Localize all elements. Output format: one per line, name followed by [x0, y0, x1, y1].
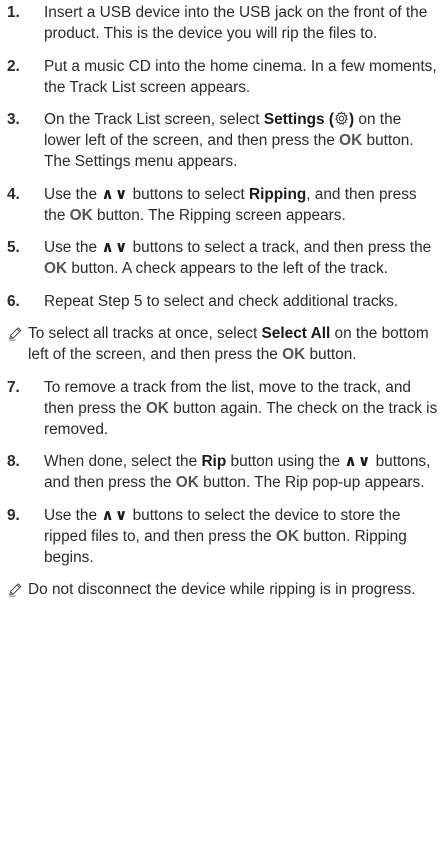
gear-icon [334, 111, 349, 126]
step-number: 6. [7, 292, 20, 310]
text-run: buttons to select [128, 185, 249, 203]
up-down-arrows-icon: ∧∨ [101, 506, 129, 524]
step-item: 5. Use the ∧∨ buttons to select a track, … [7, 237, 438, 279]
text-run: Repeat Step 5 to select and check additi… [44, 292, 399, 310]
step-text: To remove a track from the list, move to… [44, 377, 438, 440]
step-item: 4. Use the ∧∨ buttons to select Ripping, … [7, 184, 438, 226]
step-item: 9. Use the ∧∨ buttons to select the devic… [7, 505, 438, 568]
text-run: Use the [44, 506, 102, 524]
bold-term: Select All [261, 325, 331, 342]
instruction-document: 1. Insert a USB device into the USB jack … [0, 0, 446, 600]
step-text: Use the ∧∨ buttons to select a track, an… [44, 237, 438, 279]
text-run: On the Track List screen, select [44, 111, 264, 128]
ok-button-label: OK [175, 474, 199, 491]
text-run: Insert a USB device into the USB jack on… [44, 4, 428, 42]
text-run: button. The Ripping screen appears. [92, 206, 346, 224]
text-run: button. [305, 346, 357, 363]
step-number: 4. [7, 185, 20, 203]
ok-button-label: OK [44, 260, 68, 277]
step-number: 1. [7, 4, 20, 21]
note-text: To select all tracks at once, select Sel… [28, 323, 438, 365]
text-run: buttons to select a track, and then pres… [128, 239, 432, 256]
up-down-arrows-icon: ∧∨ [344, 453, 372, 470]
text-run: button. The Rip pop-up appears. [198, 474, 425, 491]
text-run: When done, select the [44, 453, 202, 470]
pencil-note-icon [7, 579, 28, 600]
text-run: To select all tracks at once, select [28, 325, 262, 342]
step-number: 3. [7, 111, 20, 128]
ok-button-label: OK [69, 206, 93, 224]
step-text: Use the ∧∨ buttons to select Ripping, an… [44, 184, 438, 226]
ok-button-label: OK [282, 346, 306, 363]
text-run: button using the [226, 453, 345, 470]
bold-term: Ripping [248, 185, 307, 203]
up-down-arrows-icon: ∧∨ [101, 185, 129, 203]
text-run: Use the [44, 185, 102, 203]
step-item: 2. Put a music CD into the home cinema. I… [7, 56, 438, 98]
step-number: 8. [7, 453, 20, 470]
step-number: 9. [7, 506, 20, 524]
step-item: 1. Insert a USB device into the USB jack … [7, 2, 438, 44]
step-item: 6. Repeat Step 5 to select and check addi… [7, 291, 438, 312]
step-number: 2. [7, 57, 20, 75]
step-number: 7. [7, 378, 20, 396]
step-number: 5. [7, 239, 20, 256]
up-down-arrows-icon: ∧∨ [101, 239, 129, 256]
text-run: button. A check appears to the left of t… [67, 260, 388, 277]
note-text: Do not disconnect the device while rippi… [28, 579, 438, 600]
step-text: Use the ∧∨ buttons to select the device … [44, 505, 438, 568]
step-text: Put a music CD into the home cinema. In … [44, 56, 438, 98]
step-item: 7. To remove a track from the list, move … [7, 377, 438, 440]
step-item: 3. On the Track List screen, select Setti… [7, 109, 438, 172]
step-text: Repeat Step 5 to select and check additi… [44, 291, 438, 312]
text-run: Put a music CD into the home cinema. In … [44, 57, 437, 96]
step-item: 8. When done, select the Rip button using… [7, 451, 438, 493]
step-text: On the Track List screen, select Setting… [44, 109, 438, 172]
note-item: Do not disconnect the device while rippi… [7, 579, 438, 600]
ok-button-label: OK [275, 527, 299, 545]
step-text: Insert a USB device into the USB jack on… [44, 2, 438, 44]
note-item: To select all tracks at once, select Sel… [7, 323, 438, 365]
pencil-note-icon [7, 323, 28, 344]
text-run: Do not disconnect the device while rippi… [28, 581, 416, 598]
bold-term: Rip [201, 453, 227, 470]
text-run: Use the [44, 239, 102, 256]
step-text: When done, select the Rip button using t… [44, 451, 438, 493]
ok-button-label: OK [145, 399, 169, 417]
ok-button-label: OK [339, 132, 363, 149]
bold-term: Settings [263, 111, 325, 128]
